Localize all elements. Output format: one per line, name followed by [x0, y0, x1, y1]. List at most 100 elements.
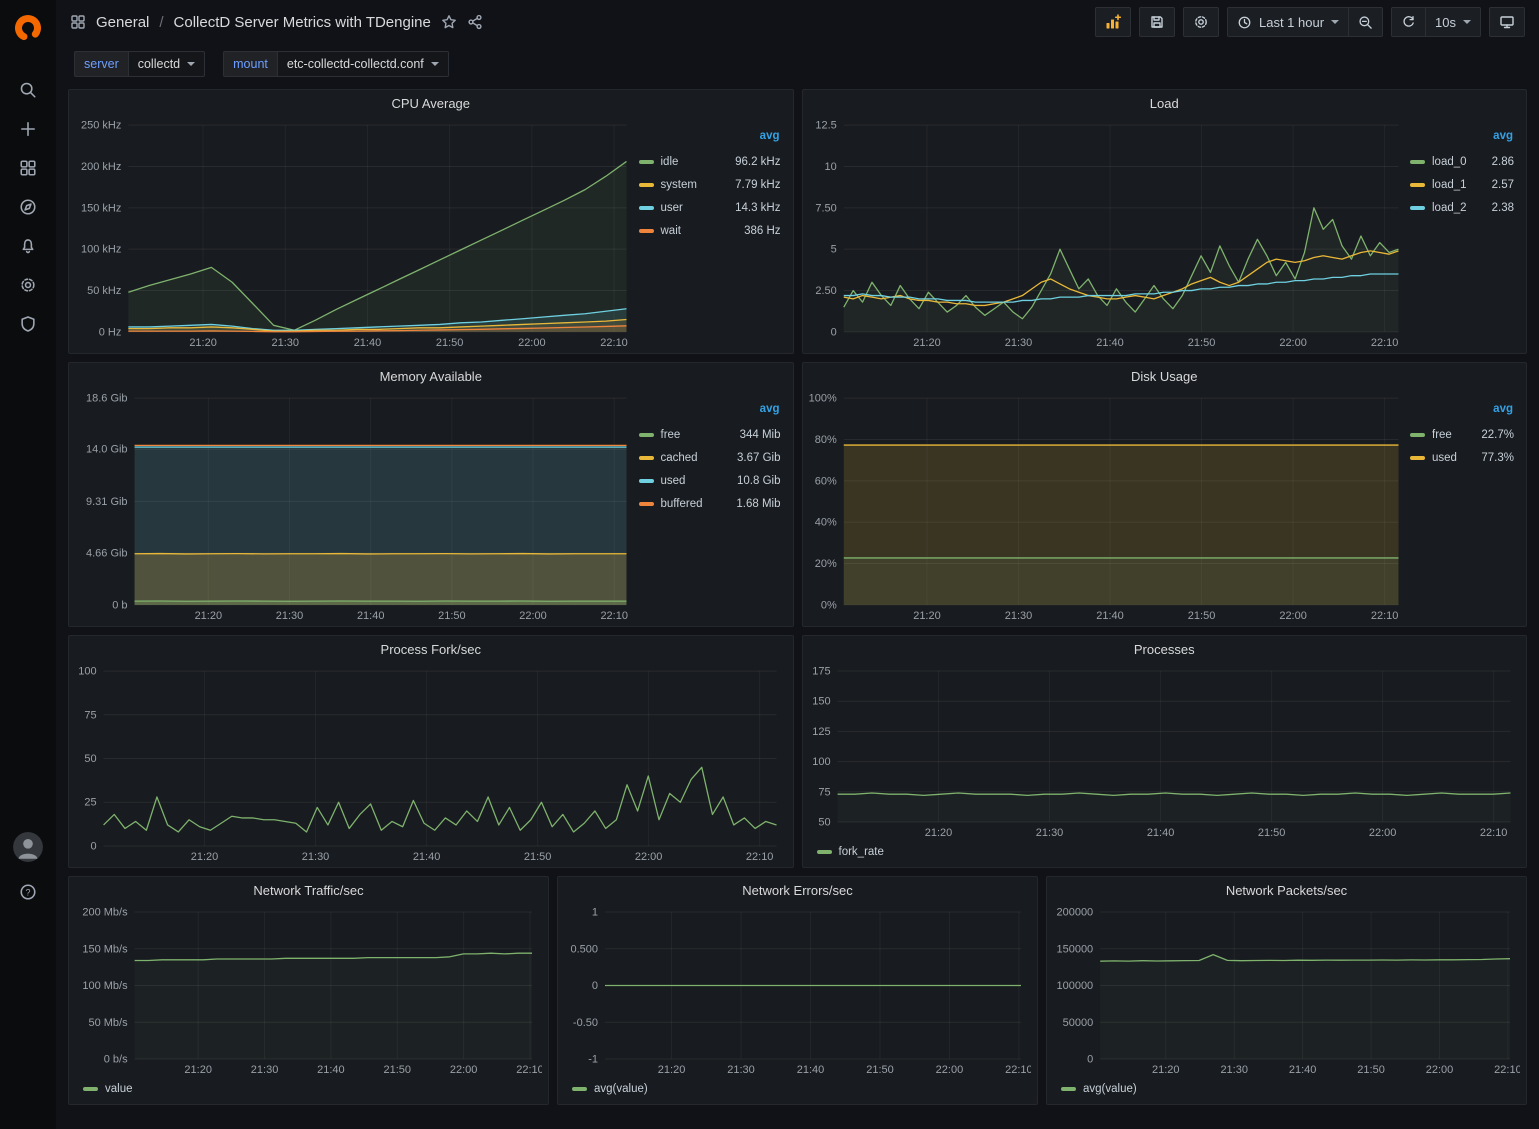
legend-item-cached[interactable]: cached3.67 Gib — [639, 446, 781, 469]
fork-chart-area[interactable]: 025507510021:2021:3021:4021:5022:0022:10 — [73, 662, 787, 865]
disk-chart[interactable]: 0%20%40%60%80%100%21:2021:3021:4021:5022… — [807, 389, 1409, 624]
legend-item-avg(value)[interactable]: avg(value) — [572, 1080, 648, 1098]
legend-item-load_0[interactable]: load_02.86 — [1410, 150, 1514, 173]
dashboard-grid-button[interactable] — [70, 14, 86, 30]
bell-icon — [19, 237, 37, 255]
legend-item-idle[interactable]: idle96.2 kHz — [639, 150, 781, 173]
network-packets-chart[interactable]: 05000010000015000020000021:2021:3021:402… — [1051, 903, 1520, 1078]
series-color-swatch — [1410, 206, 1425, 210]
sidebar-item-help[interactable]: ? — [8, 872, 48, 911]
legend-item-free[interactable]: free344 Mib — [639, 423, 781, 446]
disk-chart-area[interactable]: 0%20%40%60%80%100%21:2021:3021:4021:5022… — [807, 389, 1409, 624]
network-errors-chart[interactable]: -1-0.5000.500121:2021:3021:4021:5022:002… — [562, 903, 1031, 1078]
legend-item-value[interactable]: value — [83, 1080, 133, 1098]
variable-mount-value[interactable]: etc-collectd-collectd.conf — [277, 51, 449, 77]
panel-body: 507510012515017521:2021:3021:4021:5022:0… — [803, 662, 1527, 843]
variable-server-value[interactable]: collectd — [128, 51, 205, 77]
legend-item-fork_rate[interactable]: fork_rate — [817, 843, 884, 861]
refresh-button[interactable] — [1391, 7, 1426, 37]
legend-item-used[interactable]: used77.3% — [1410, 446, 1514, 469]
sidebar-item-create[interactable] — [8, 109, 48, 148]
sidebar-item-explore[interactable] — [8, 187, 48, 226]
memory-chart[interactable]: 0 b4.66 Gib9.31 Gib14.0 Gib18.6 Gib21:20… — [73, 389, 637, 624]
panel-process-fork: Process Fork/sec 025507510021:2021:3021:… — [68, 635, 794, 868]
legend-series-value: 96.2 kHz — [735, 156, 780, 168]
processes-chart-area[interactable]: 507510012515017521:2021:3021:4021:5022:0… — [807, 662, 1521, 841]
panel-title[interactable]: Memory Available — [69, 363, 793, 389]
time-range-picker[interactable]: Last 1 hour — [1227, 7, 1349, 37]
refresh-interval-picker[interactable]: 10s — [1425, 7, 1481, 37]
help-icon: ? — [19, 883, 37, 901]
panel-title[interactable]: CPU Average — [69, 90, 793, 116]
load-chart-area[interactable]: 02.5057.501012.521:2021:3021:4021:5022:0… — [807, 116, 1409, 351]
variable-mount[interactable]: mount etc-collectd-collectd.conf — [223, 51, 449, 77]
legend-item-load_2[interactable]: load_22.38 — [1410, 196, 1514, 219]
save-dashboard-button[interactable] — [1139, 7, 1175, 37]
cpu-chart-area[interactable]: 0 Hz50 kHz100 kHz150 kHz200 kHz250 kHz21… — [73, 116, 637, 351]
sidebar-item-search[interactable] — [8, 70, 48, 109]
grafana-logo[interactable] — [8, 8, 48, 48]
panel-disk-usage: Disk Usage 0%20%40%60%80%100%21:2021:302… — [802, 362, 1528, 627]
svg-text:21:30: 21:30 — [1004, 610, 1032, 622]
panel-title[interactable]: Network Packets/sec — [1047, 877, 1526, 903]
dashboard-settings-button[interactable] — [1183, 7, 1219, 37]
sidebar-item-configuration[interactable] — [8, 265, 48, 304]
panel-cpu-average: CPU Average 0 Hz50 kHz100 kHz150 kHz200 … — [68, 89, 794, 354]
panel-network-errors: Network Errors/sec -1-0.5000.500121:2021… — [557, 876, 1038, 1105]
panel-title[interactable]: Load — [803, 90, 1527, 116]
dashboard-grid: CPU Average 0 Hz50 kHz100 kHz150 kHz200 … — [56, 89, 1539, 1129]
add-panel-button[interactable] — [1095, 7, 1131, 37]
breadcrumb-section[interactable]: General — [96, 14, 149, 31]
legend-item-load_1[interactable]: load_12.57 — [1410, 173, 1514, 196]
network-traffic-legend: value — [69, 1080, 548, 1104]
gear-icon — [19, 276, 37, 294]
svg-text:21:50: 21:50 — [1187, 610, 1215, 622]
legend-item-wait[interactable]: wait386 Hz — [639, 219, 781, 242]
legend-item-free[interactable]: free22.7% — [1410, 423, 1514, 446]
panel-title[interactable]: Process Fork/sec — [69, 636, 793, 662]
gear-icon — [1193, 14, 1209, 30]
sidebar-item-alerting[interactable] — [8, 226, 48, 265]
panel-row: Memory Available 0 b4.66 Gib9.31 Gib14.0… — [68, 362, 1527, 627]
processes-chart[interactable]: 507510012515017521:2021:3021:4021:5022:0… — [807, 662, 1521, 841]
network-traffic-chart[interactable]: 0 b/s50 Mb/s100 Mb/s150 Mb/s200 Mb/s21:2… — [73, 903, 542, 1078]
sidebar-item-dashboards[interactable] — [8, 148, 48, 187]
panel-title[interactable]: Disk Usage — [803, 363, 1527, 389]
fork-chart[interactable]: 025507510021:2021:3021:4021:5022:0022:10 — [73, 662, 787, 865]
legend-item-avg(value)[interactable]: avg(value) — [1061, 1080, 1137, 1098]
user-avatar[interactable] — [13, 832, 43, 862]
sidebar-item-server-admin[interactable] — [8, 304, 48, 343]
legend-item-used[interactable]: used10.8 Gib — [639, 469, 781, 492]
star-button[interactable] — [441, 14, 457, 30]
panel-body: 05000010000015000020000021:2021:3021:402… — [1047, 903, 1526, 1080]
memory-legend: avgfree344 Mibcached3.67 Gibused10.8 Gib… — [637, 389, 787, 624]
svg-text:150 kHz: 150 kHz — [81, 202, 121, 214]
network-errors-chart-area[interactable]: -1-0.5000.500121:2021:3021:4021:5022:002… — [562, 903, 1031, 1078]
svg-text:0 Hz: 0 Hz — [99, 326, 122, 338]
share-button[interactable] — [467, 14, 483, 30]
panel-body: 0%20%40%60%80%100%21:2021:3021:4021:5022… — [803, 389, 1527, 626]
panel-title[interactable]: Network Errors/sec — [558, 877, 1037, 903]
dashboard-title[interactable]: CollectD Server Metrics with TDengine — [174, 14, 431, 31]
zoom-out-button[interactable] — [1348, 7, 1383, 37]
svg-text:22:10: 22:10 — [1479, 827, 1507, 839]
panel-title[interactable]: Processes — [803, 636, 1527, 662]
svg-text:100%: 100% — [808, 393, 836, 405]
legend-series-name: value — [105, 1083, 133, 1095]
legend-item-system[interactable]: system7.79 kHz — [639, 173, 781, 196]
cpu-chart[interactable]: 0 Hz50 kHz100 kHz150 kHz200 kHz250 kHz21… — [73, 116, 637, 351]
refresh-icon — [1401, 15, 1416, 30]
cycle-view-button[interactable] — [1489, 7, 1525, 37]
network-packets-chart-area[interactable]: 05000010000015000020000021:2021:3021:402… — [1051, 903, 1520, 1078]
series-color-swatch — [639, 160, 654, 164]
load-legend: avgload_02.86load_12.57load_22.38 — [1408, 116, 1520, 351]
memory-chart-area[interactable]: 0 b4.66 Gib9.31 Gib14.0 Gib18.6 Gib21:20… — [73, 389, 637, 624]
load-chart[interactable]: 02.5057.501012.521:2021:3021:4021:5022:0… — [807, 116, 1409, 351]
legend-series-name: free — [661, 429, 681, 441]
network-traffic-chart-area[interactable]: 0 b/s50 Mb/s100 Mb/s150 Mb/s200 Mb/s21:2… — [73, 903, 542, 1078]
sidebar: ? — [0, 0, 56, 1129]
legend-item-buffered[interactable]: buffered1.68 Mib — [639, 492, 781, 515]
variable-server[interactable]: server collectd — [74, 51, 205, 77]
panel-title[interactable]: Network Traffic/sec — [69, 877, 548, 903]
legend-item-user[interactable]: user14.3 kHz — [639, 196, 781, 219]
